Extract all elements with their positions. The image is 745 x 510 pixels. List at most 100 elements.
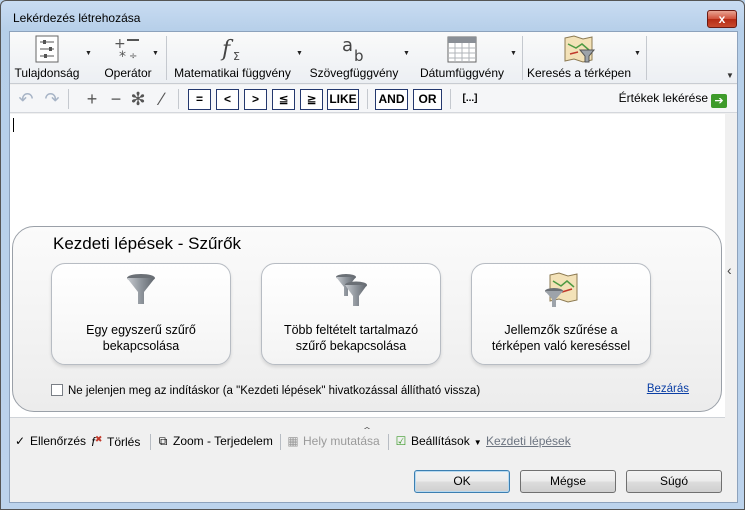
settings-check-icon: ☑ bbox=[395, 434, 407, 448]
chevron-down-icon: ▼ bbox=[473, 438, 482, 447]
simple-filter-card[interactable]: Egy egyszerű szűrő bekapcsolása bbox=[51, 263, 231, 365]
map-funnel-icon bbox=[545, 272, 578, 307]
delete-button[interactable]: f✖ Törlés bbox=[90, 434, 141, 449]
arrow-right-icon: ➔ bbox=[711, 94, 727, 108]
operator-toolbar: ↶ ↷ + − ✻ ∕ = < > ≦ ≧ LIKE AND OR [...] … bbox=[10, 85, 737, 113]
plus-icon[interactable]: + bbox=[82, 89, 102, 109]
toolbar-separator bbox=[450, 89, 451, 109]
ribbon-label: Tulajdonság bbox=[14, 66, 80, 80]
close-getting-started-link[interactable]: Bezárás bbox=[647, 383, 689, 395]
svg-text:÷: ÷ bbox=[129, 51, 137, 62]
operators-icon: + * ÷ bbox=[114, 36, 139, 64]
map-search-filter-card[interactable]: Jellemzők szűrése a térképen való keresé… bbox=[471, 263, 651, 365]
and-operator-button[interactable]: AND bbox=[375, 89, 408, 110]
grid-location-icon: ▦ bbox=[287, 434, 299, 448]
multi-condition-filter-card[interactable]: Több feltételt tartalmazó szűrő bekapcso… bbox=[261, 263, 441, 365]
card-text: Több feltételt tartalmazó szűrő bekapcso… bbox=[283, 323, 419, 353]
ribbon-scroll-down-icon[interactable]: ▼ bbox=[725, 70, 735, 82]
double-funnel-icon bbox=[336, 274, 367, 306]
cancel-button[interactable]: Mégse bbox=[520, 470, 616, 493]
bottom-toolbar: ✓ Ellenőrzés f✖ Törlés ⧉ Zoom - Terjedelem … bbox=[10, 429, 737, 455]
getting-started-panel: Kezdeti lépések - Szűrők Egy egyszerű sz… bbox=[12, 226, 722, 412]
ribbon-label: Keresés a térképen bbox=[526, 66, 632, 80]
dont-show-label: Ne jelenjen meg az indításkor (a "Kezdet… bbox=[68, 385, 481, 397]
undo-icon[interactable]: ↶ bbox=[16, 89, 36, 109]
ribbon-separator bbox=[646, 36, 647, 80]
ok-button[interactable]: OK bbox=[414, 470, 510, 493]
divide-icon[interactable]: ∕ bbox=[152, 89, 172, 109]
toolbar-separator bbox=[280, 434, 281, 450]
property-sliders-icon bbox=[35, 35, 59, 63]
checkbox-box[interactable] bbox=[51, 384, 63, 396]
title-bar: Lekérdezés létrehozása x bbox=[1, 1, 744, 31]
function-ribbon: Tulajdonság ▼ + * ÷ Operátor ▼ f Σ Matem… bbox=[10, 32, 737, 84]
brackets-button[interactable]: [...] bbox=[458, 89, 482, 109]
help-button[interactable]: Súgó bbox=[626, 470, 722, 493]
or-operator-button[interactable]: OR bbox=[413, 89, 442, 110]
calendar-icon bbox=[447, 36, 477, 63]
ribbon-math-function-button[interactable]: f Σ Matematikai függvény bbox=[170, 32, 295, 82]
dialog-client-area: Tulajdonság ▼ + * ÷ Operátor ▼ f Σ Matem… bbox=[9, 31, 738, 503]
chevron-down-icon[interactable]: ▼ bbox=[510, 50, 517, 57]
checkmark-icon: ✓ bbox=[14, 434, 26, 448]
ribbon-map-search-button[interactable]: Keresés a térképen bbox=[526, 32, 632, 82]
get-values-label: Értékek lekérése bbox=[618, 91, 708, 105]
redo-icon[interactable]: ↷ bbox=[42, 89, 62, 109]
minus-icon[interactable]: − bbox=[106, 89, 126, 109]
svg-text:f: f bbox=[220, 37, 234, 62]
ribbon-separator bbox=[166, 36, 167, 80]
less-than-operator-button[interactable]: < bbox=[216, 89, 239, 110]
get-values-button[interactable]: Értékek lekérése ➔ bbox=[619, 91, 727, 108]
ribbon-label: Dátumfüggvény bbox=[419, 66, 505, 80]
close-window-button[interactable]: x bbox=[707, 10, 737, 28]
chevron-down-icon[interactable]: ▼ bbox=[152, 50, 159, 57]
clear-function-icon: f✖ bbox=[91, 434, 103, 449]
svg-text:a: a bbox=[342, 35, 353, 56]
ribbon-date-function-button[interactable]: Dátumfüggvény bbox=[414, 32, 510, 82]
svg-text:b: b bbox=[354, 47, 364, 64]
ribbon-label: Szövegfüggvény bbox=[309, 66, 399, 80]
chevron-down-icon[interactable]: ▼ bbox=[296, 50, 303, 57]
like-operator-button[interactable]: LIKE bbox=[327, 89, 359, 110]
zoom-extent-icon: ⧉ bbox=[158, 434, 168, 448]
multiply-icon[interactable]: ✻ bbox=[128, 89, 148, 109]
toolbar-separator bbox=[367, 89, 368, 109]
ribbon-label: Matematikai függvény bbox=[174, 66, 291, 80]
card-text: Egy egyszerű szűrő bekapcsolása bbox=[86, 323, 196, 353]
ribbon-operator-button[interactable]: + * ÷ Operátor bbox=[96, 32, 160, 82]
toolbar-separator bbox=[150, 434, 151, 450]
text-function-icon: a b bbox=[342, 35, 364, 64]
toolbar-separator bbox=[68, 89, 69, 109]
equals-operator-button[interactable]: = bbox=[188, 89, 211, 110]
text-caret bbox=[13, 118, 14, 132]
dont-show-checkbox[interactable]: Ne jelenjen meg az indításkor (a "Kezdet… bbox=[51, 384, 480, 397]
toolbar-separator bbox=[388, 434, 389, 450]
chevron-down-icon[interactable]: ▼ bbox=[85, 50, 92, 57]
greater-or-equal-operator-button[interactable]: ≧ bbox=[300, 89, 323, 110]
funnel-icon bbox=[127, 274, 155, 304]
chevron-left-icon[interactable]: ‹ bbox=[727, 262, 737, 278]
check-button[interactable]: ✓ Ellenőrzés bbox=[13, 434, 86, 448]
getting-started-link[interactable]: Kezdeti lépések bbox=[486, 434, 571, 448]
svg-text:Σ: Σ bbox=[233, 50, 240, 63]
ribbon-text-function-button[interactable]: a b Szövegfüggvény bbox=[308, 32, 400, 82]
ribbon-label: Operátor bbox=[104, 66, 152, 80]
window-title: Lekérdezés létrehozása bbox=[13, 11, 141, 25]
card-text: Jellemzők szűrése a térképen való keresé… bbox=[491, 323, 631, 353]
chevron-down-icon[interactable]: ▼ bbox=[634, 50, 641, 57]
getting-started-title: Kezdeti lépések - Szűrők bbox=[53, 234, 242, 253]
ribbon-property-button[interactable]: Tulajdonság bbox=[12, 32, 82, 82]
less-or-equal-operator-button[interactable]: ≦ bbox=[272, 89, 295, 110]
settings-button[interactable]: ☑ Beállítások ▼ bbox=[394, 434, 482, 448]
greater-than-operator-button[interactable]: > bbox=[244, 89, 267, 110]
query-builder-window: Lekérdezés létrehozása x Tulajdonság ▼ + bbox=[0, 0, 745, 510]
ribbon-separator bbox=[522, 36, 523, 80]
show-location-button[interactable]: ▦ Hely mutatása bbox=[286, 434, 379, 448]
chevron-down-icon[interactable]: ▼ bbox=[403, 50, 410, 57]
zoom-extent-button[interactable]: ⧉ Zoom - Terjedelem bbox=[156, 434, 273, 449]
toolbar-separator bbox=[178, 89, 179, 109]
map-filter-icon bbox=[564, 35, 596, 63]
expression-editor[interactable]: Kezdeti lépések - Szűrők Egy egyszerű sz… bbox=[10, 114, 725, 418]
math-function-icon: f Σ bbox=[220, 37, 240, 63]
svg-text:*: * bbox=[119, 49, 126, 64]
